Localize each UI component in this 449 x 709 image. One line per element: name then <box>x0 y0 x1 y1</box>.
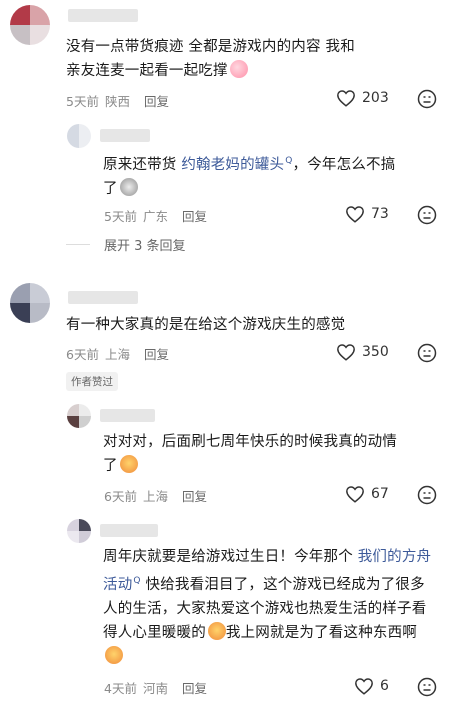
emoji-laughing-cat-icon <box>105 645 123 664</box>
like-count: 67 <box>371 486 389 502</box>
comment-location: 陕西 <box>104 94 130 109</box>
like-button[interactable]: 73 <box>345 205 389 223</box>
heart-outline-icon <box>355 678 373 695</box>
reply-text-part1: 周年庆就要是给游戏过生日！今年那个 <box>103 549 358 565</box>
comment-time: 5天前 <box>66 94 99 109</box>
search-link[interactable]: 约翰老妈的罐头 <box>181 157 284 173</box>
reply-time: 4天前 <box>104 681 137 696</box>
reply-location: 河南 <box>142 681 168 696</box>
expand-divider <box>66 244 90 245</box>
dislike-face-icon[interactable] <box>417 343 437 363</box>
reply-text-body: 对对对，后面刷七周年快乐的时候我真的动情了 <box>103 434 397 474</box>
reply-text: 原来还带货 约翰老妈的罐头Q，今年怎么不搞了 <box>103 149 403 201</box>
reply-text: 周年庆就要是给游戏过生日！今年那个 我们的方舟活动Q 快给我看泪目了，这个游戏已… <box>103 545 433 669</box>
author-liked-badge: 作者赞过 <box>66 372 118 391</box>
like-count: 6 <box>380 678 389 694</box>
comment-text: 有一种大家真的是在给这个游戏庆生的感觉 <box>66 317 346 333</box>
avatar[interactable] <box>10 283 50 323</box>
reply-meta: 5天前 广东 回复 <box>104 206 213 225</box>
dislike-face-icon[interactable] <box>417 89 437 109</box>
like-button[interactable]: 203 <box>336 89 389 107</box>
comment-meta: 5天前 陕西 回复 <box>66 91 175 110</box>
expand-replies-button[interactable]: 展开 3 条回复 <box>104 235 186 254</box>
reply-text-part3: 我上网就是为了看这种东西啊 <box>225 624 418 641</box>
reply-button[interactable]: 回复 <box>182 681 207 696</box>
emoji-laughing-cat-icon <box>119 455 138 473</box>
heart-outline-icon <box>337 90 355 107</box>
like-button[interactable]: 6 <box>354 677 389 695</box>
heart-outline-icon <box>337 344 355 361</box>
avatar[interactable] <box>67 404 91 428</box>
username[interactable] <box>68 291 138 304</box>
emoji-cat-icon <box>119 177 138 196</box>
avatar[interactable] <box>67 519 91 543</box>
username[interactable] <box>100 524 158 537</box>
comment-text: 没有一点带货痕迹 全都是游戏内的内容 我和亲友连麦一起看一起吃撑 <box>66 35 366 83</box>
comment-time: 6天前 <box>66 347 99 362</box>
search-superscript-icon[interactable]: Q <box>133 576 140 586</box>
like-button[interactable]: 67 <box>345 485 389 503</box>
username[interactable] <box>68 9 138 22</box>
heart-outline-icon <box>346 206 364 223</box>
like-count: 203 <box>362 90 389 106</box>
avatar[interactable] <box>67 124 91 148</box>
like-button[interactable]: 350 <box>336 343 389 361</box>
username[interactable] <box>100 129 150 142</box>
dislike-face-icon[interactable] <box>417 485 437 505</box>
reply-button[interactable]: 回复 <box>182 209 207 224</box>
avatar[interactable] <box>10 5 50 45</box>
reply-button[interactable]: 回复 <box>144 94 169 109</box>
username[interactable] <box>100 409 155 422</box>
reply-time: 6天前 <box>104 489 137 504</box>
reply-location: 广东 <box>142 209 168 224</box>
like-count: 350 <box>362 344 389 360</box>
heart-outline-icon <box>346 486 364 503</box>
dislike-face-icon[interactable] <box>417 205 437 225</box>
dislike-face-icon[interactable] <box>417 677 437 697</box>
search-superscript-icon[interactable]: Q <box>285 156 292 166</box>
comment-meta: 6天前 上海 回复 <box>66 344 175 363</box>
emoji-crying-icon <box>229 60 248 78</box>
reply-meta: 6天前 上海 回复 <box>104 486 213 505</box>
comment-location: 上海 <box>104 347 130 362</box>
reply-button[interactable]: 回复 <box>144 347 169 362</box>
reply-text-part1: 原来还带货 <box>103 156 182 173</box>
like-count: 73 <box>371 206 389 222</box>
reply-location: 上海 <box>142 489 168 504</box>
reply-text: 对对对，后面刷七周年快乐的时候我真的动情了 <box>103 430 403 478</box>
reply-meta: 4天前 河南 回复 <box>104 678 213 697</box>
comment-text-body: 没有一点带货痕迹 全都是游戏内的内容 我和亲友连麦一起看一起吃撑 <box>66 39 355 79</box>
emoji-laughing-cat-icon <box>207 621 226 640</box>
reply-button[interactable]: 回复 <box>182 489 207 504</box>
reply-time: 5天前 <box>104 209 137 224</box>
